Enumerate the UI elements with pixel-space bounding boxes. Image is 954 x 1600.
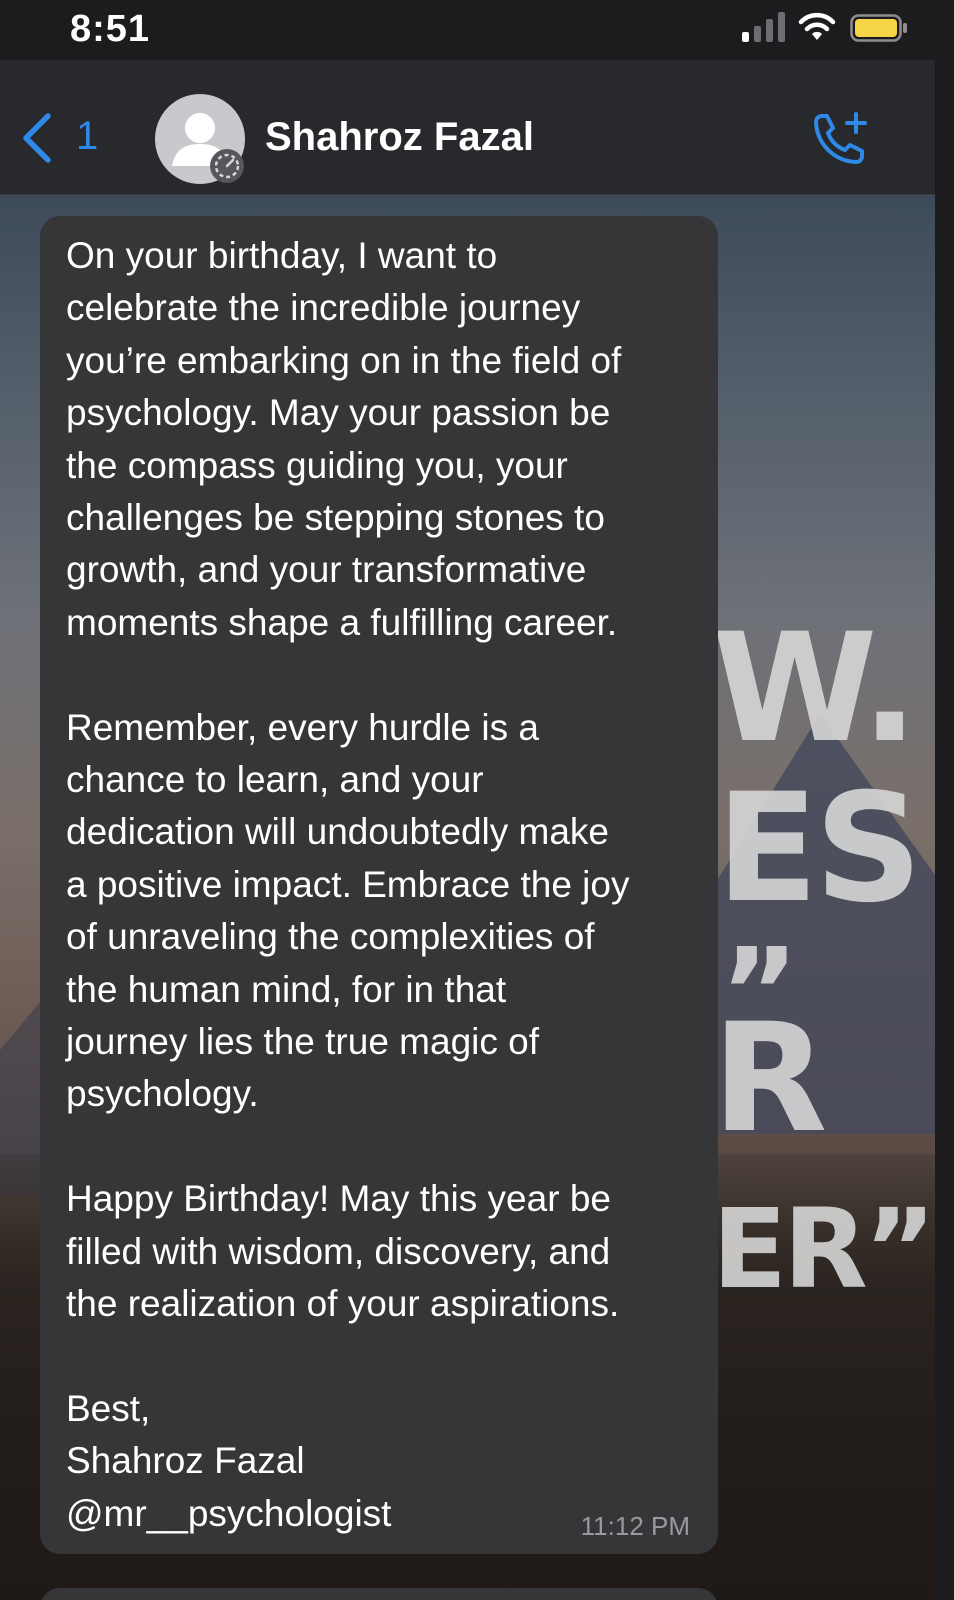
wallpaper-text: ES	[716, 762, 922, 936]
back-unread-count[interactable]: 1	[76, 114, 98, 159]
message-timestamp: 11:12 PM	[580, 1511, 690, 1541]
contact-name[interactable]: Shahroz Fazal	[265, 115, 534, 160]
chevron-left-icon[interactable]	[20, 112, 54, 164]
wifi-icon	[798, 12, 836, 40]
wallpaper-text: R	[712, 992, 827, 1166]
chat-screen: W. ES ” R ER”. 8:51 1	[0, 0, 935, 1600]
chat-header: 1 Shahroz Fazal	[0, 60, 935, 195]
message-paragraph: Remember, every hurdle is a chance to le…	[66, 706, 630, 1115]
wallpaper-text: W.	[712, 602, 918, 776]
battery-icon	[850, 14, 907, 42]
status-bar: 8:51	[0, 0, 935, 60]
wallpaper-text: ER”.	[712, 1185, 935, 1313]
message-paragraph: Happy Birthday! May this year be filled …	[66, 1178, 620, 1325]
cellular-signal-icon	[742, 12, 785, 42]
add-call-icon[interactable]	[808, 110, 870, 168]
message-bubble[interactable]: On your birthday, I want to celebrate th…	[40, 216, 718, 1554]
next-message-bubble[interactable]	[40, 1588, 718, 1600]
avatar-icon[interactable]	[155, 94, 245, 184]
message-paragraph: On your birthday, I want to celebrate th…	[66, 235, 622, 643]
status-time: 8:51	[70, 8, 151, 50]
